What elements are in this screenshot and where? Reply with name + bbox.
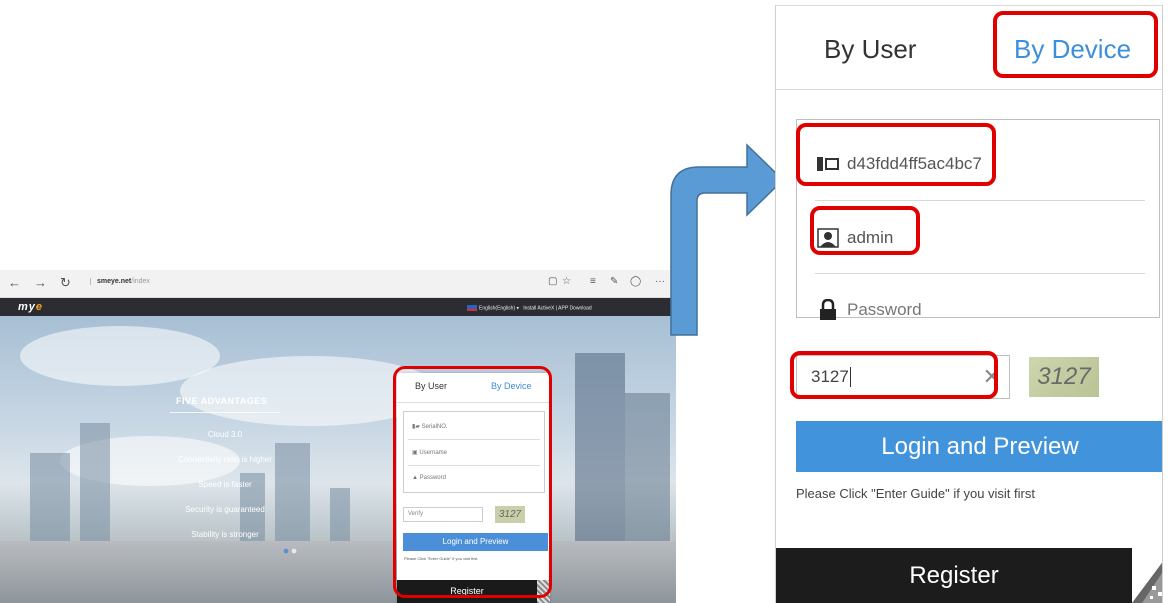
reading-view-icon[interactable]: ▢ [548,276,557,287]
enter-guide-hint: Please Click "Enter Guide" if you visit … [796,486,1035,501]
login-panel: By User By Device d43fdd4ff5ac4bc7 admin… [775,5,1163,603]
annotation-box-by-device [993,11,1158,78]
web-note-icon[interactable]: ✎ [610,276,618,287]
qr-code-icon[interactable] [1132,548,1162,603]
register-button[interactable]: Register [776,548,1132,603]
field-divider [815,273,1145,274]
annotation-box-verify [790,351,998,399]
annotation-arrow [670,143,785,336]
header-links[interactable]: Install ActiveX | APP Download [523,305,591,311]
browser-screenshot: ← → ↻ smeye.net/index ▢ ☆ ≡ ✎ ◯ ··· [0,270,676,603]
language-selector[interactable]: English(English) ▾ Install ActiveX | APP… [467,305,592,311]
browser-address-bar: ← → ↻ smeye.net/index ▢ ☆ ≡ ✎ ◯ ··· [0,270,676,298]
password-input[interactable]: Password [815,280,1145,340]
hub-icon[interactable]: ≡ [590,276,596,287]
login-and-preview-button[interactable]: Login and Preview [796,421,1162,472]
url-field[interactable]: smeye.net/index [90,278,150,285]
refresh-icon[interactable]: ↻ [60,275,71,291]
advantage-item: Cloud 3.0 [207,430,243,439]
annotation-box-username [810,206,920,255]
forward-arrow-icon[interactable]: → [34,275,47,291]
site-logo[interactable]: mye [18,301,43,313]
annotation-box-serial [796,123,996,186]
favorite-star-icon[interactable]: ☆ [562,276,571,287]
us-flag-icon [467,305,477,311]
captcha-image[interactable]: 3127 [1029,357,1099,397]
advantage-item: Speed is faster [198,480,252,489]
advantage-item: Stability is stronger [191,530,259,539]
annotation-box-login-panel [393,366,552,598]
captcha-text: 3127 [1037,363,1091,390]
tab-by-user[interactable]: By User [824,34,916,64]
lock-icon [815,299,841,321]
advantage-item: Connectivity ratio is higher [178,455,272,464]
more-icon[interactable]: ··· [655,276,665,287]
back-arrow-icon[interactable]: ← [8,275,21,291]
hero-background [0,316,676,603]
share-icon[interactable]: ◯ [630,276,641,287]
carousel-dots[interactable] [283,548,299,554]
password-placeholder: Password [847,300,922,319]
advantage-item: Security is guaranteed [185,505,265,514]
advantages-title: FIVE ADVANTAGES [176,396,268,406]
advantages-divider [170,412,280,413]
field-divider [815,200,1145,201]
